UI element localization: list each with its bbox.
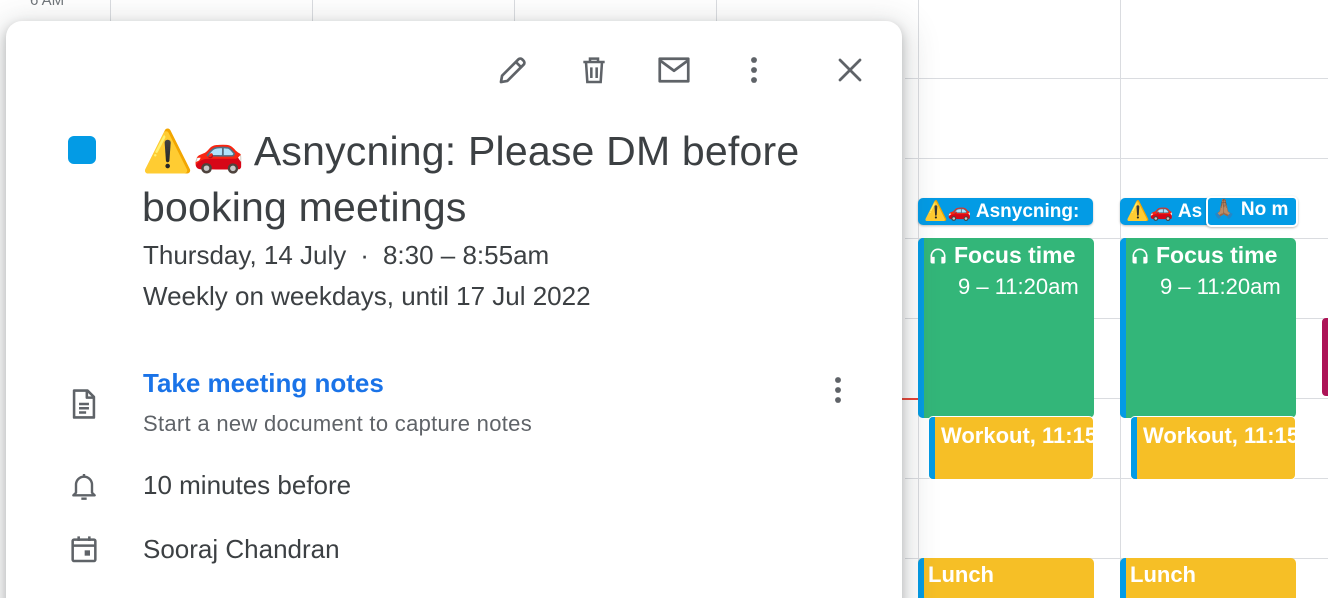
close-icon — [838, 58, 862, 82]
event-lunch[interactable]: Lunch — [1120, 558, 1296, 598]
document-icon — [64, 384, 104, 424]
event-stripe — [1131, 417, 1137, 479]
event-chip-no-meetings[interactable]: 🙏🏽 No m — [1206, 196, 1298, 227]
time-label: 6 AM — [30, 0, 65, 9]
reminder-text: 10 minutes before — [143, 470, 352, 500]
datetime-separator: · — [360, 240, 369, 270]
event-time: 9 – 11:20am — [958, 274, 1079, 299]
event-stripe — [1120, 238, 1126, 418]
pencil-icon — [499, 57, 526, 84]
event-title: Workout, 11:15 — [1143, 423, 1296, 448]
headphones-icon — [930, 248, 946, 263]
event-details-popup: ⚠️🚗 Asnycning: Please DM before booking … — [6, 21, 902, 598]
event-chip-label: ⚠️🚗 Asnycning: — [924, 201, 1080, 222]
calendar-icon — [64, 529, 104, 569]
headphones-icon — [1132, 248, 1148, 263]
envelope-icon — [658, 57, 690, 83]
close-button[interactable] — [826, 46, 874, 94]
event-lunch[interactable]: Lunch — [918, 558, 1094, 598]
more-vertical-icon — [835, 377, 841, 403]
event-stripe — [1120, 558, 1126, 598]
event-title: Lunch — [928, 562, 994, 587]
event-chip-asyncing[interactable]: ⚠️🚗 Asnycning: — [918, 198, 1093, 225]
event-time: 9 – 11:20am — [1160, 274, 1281, 299]
grid-line — [905, 78, 1328, 79]
grid-line — [905, 158, 1328, 159]
trash-icon — [583, 57, 605, 84]
delete-button[interactable] — [570, 46, 618, 94]
event-time: 8:30 – 8:55am — [382, 240, 550, 270]
more-vertical-icon — [751, 57, 757, 83]
event-chip-label: 🙏🏽 No m — [1212, 199, 1289, 220]
event-title: Focus time — [954, 242, 1076, 268]
current-time-indicator — [902, 398, 918, 400]
options-button[interactable] — [730, 46, 778, 94]
event-title: Lunch — [1130, 562, 1196, 587]
event-chip-label: ⚠️🚗 As — [1126, 201, 1203, 222]
email-guests-button[interactable] — [650, 46, 698, 94]
event-title: Workout, 11:15 — [941, 423, 1094, 448]
meeting-notes-subtitle: Start a new document to capture notes — [143, 411, 532, 436]
calendar-owner-name: Sooraj Chandran — [143, 534, 340, 564]
bell-icon — [64, 466, 104, 506]
edit-button[interactable] — [489, 46, 537, 94]
event-workout[interactable]: Workout, 11:15 — [928, 416, 1094, 480]
event-datetime: Thursday, 14 July · 8:30 – 8:55am — [143, 240, 549, 271]
event-color-swatch — [68, 136, 96, 164]
event-focus-time[interactable]: Focus time 9 – 11:20am — [1120, 238, 1296, 418]
event-title: Focus time — [1156, 242, 1278, 268]
event-stripe — [929, 417, 935, 479]
meeting-notes-options-button[interactable] — [814, 366, 862, 414]
event-stripe — [918, 558, 924, 598]
event-recurrence: Weekly on weekdays, until 17 Jul 2022 — [143, 281, 591, 311]
take-meeting-notes-link[interactable]: Take meeting notes — [143, 368, 384, 399]
event-workout[interactable]: Workout, 11:15 — [1130, 416, 1296, 480]
event-block[interactable] — [1322, 318, 1328, 396]
event-title: ⚠️🚗 Asnycning: Please DM before booking … — [142, 128, 800, 230]
event-stripe — [918, 238, 924, 418]
event-focus-time[interactable]: Focus time 9 – 11:20am — [918, 238, 1094, 418]
event-date: Thursday, 14 July — [143, 240, 347, 270]
